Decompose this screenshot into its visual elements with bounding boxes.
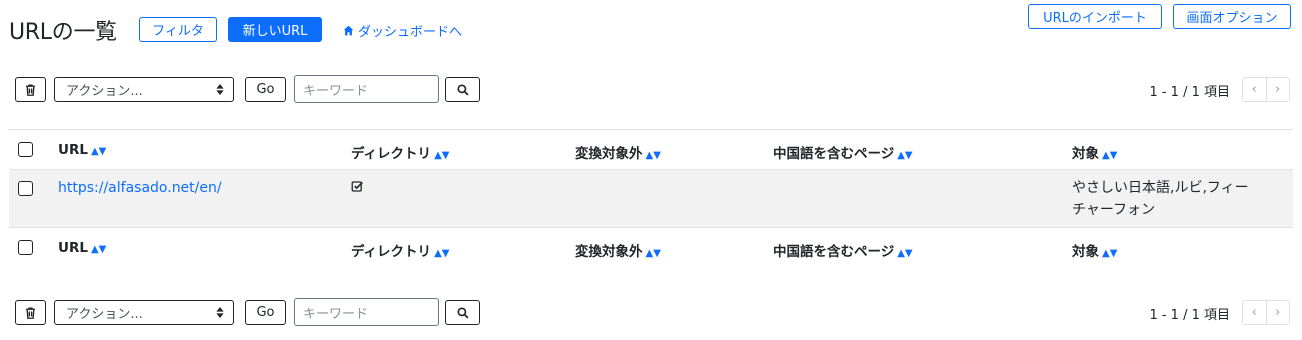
target-cell: やさしい日本語,ルビ,フィー チャーフォン	[1072, 180, 1249, 218]
column-header-directory[interactable]: ディレクトリ ▲▼	[351, 228, 575, 268]
action-select-value: アクション...	[66, 84, 143, 99]
url-table: URL ▲▼ ディレクトリ ▲▼ 変換対象外 ▲▼ 中国語を含むページ ▲▼ 対象 ▲▼ …	[9, 129, 1293, 268]
screen-options-button[interactable]: 画面オプション	[1173, 4, 1291, 29]
toolbar-top: アクション... Go キーワード 1 - 1 / 1 項目 ‹ ›	[15, 75, 1290, 103]
table-row: https://alfasado.net/en/ やさしい日本語,ルビ,フィー …	[9, 169, 1293, 228]
pager-text: 1 - 1 / 1 項目	[1149, 85, 1230, 100]
home-icon	[343, 25, 354, 36]
sort-icon[interactable]: ▲▼	[897, 248, 912, 259]
sort-icon[interactable]: ▲▼	[1102, 248, 1117, 259]
toolbar-bottom: アクション... Go キーワード 1 - 1 / 1 項目 ‹ ›	[15, 298, 1290, 326]
action-select-value: アクション...	[66, 307, 143, 322]
go-button[interactable]: Go	[245, 300, 286, 325]
column-header-url[interactable]: URL ▲▼	[58, 130, 351, 170]
action-select[interactable]: アクション...	[54, 77, 234, 102]
column-header-url[interactable]: URL ▲▼	[58, 228, 351, 268]
column-header-excluded[interactable]: 変換対象外 ▲▼	[575, 228, 773, 268]
column-header-excluded[interactable]: 変換対象外 ▲▼	[575, 130, 773, 170]
filter-button[interactable]: フィルタ	[139, 17, 217, 42]
next-page-button[interactable]: ›	[1265, 78, 1290, 101]
sort-icon[interactable]: ▲▼	[434, 150, 449, 161]
trash-icon	[26, 83, 35, 96]
table-footer-header: URL ▲▼ ディレクトリ ▲▼ 変換対象外 ▲▼ 中国語を含むページ ▲▼ 対象 ▲▼	[9, 227, 1293, 268]
sort-icon[interactable]: ▲▼	[91, 244, 106, 255]
select-all-checkbox[interactable]	[18, 240, 33, 255]
search-button[interactable]	[445, 77, 480, 102]
sort-icon[interactable]: ▲▼	[1102, 150, 1117, 161]
pager-text: 1 - 1 / 1 項目	[1149, 308, 1230, 323]
sort-icon[interactable]: ▲▼	[646, 150, 661, 161]
dashboard-link[interactable]: ダッシュボードへ	[343, 21, 462, 40]
prev-page-button[interactable]: ‹	[1243, 78, 1266, 101]
url-import-button[interactable]: URLのインポート	[1028, 4, 1162, 29]
column-header-chinese-page[interactable]: 中国語を含むページ ▲▼	[773, 228, 1072, 268]
table-header: URL ▲▼ ディレクトリ ▲▼ 変換対象外 ▲▼ 中国語を含むページ ▲▼ 対象 ▲▼	[9, 129, 1293, 170]
delete-button[interactable]	[15, 77, 46, 102]
select-arrows-icon	[216, 307, 224, 318]
search-icon	[456, 83, 469, 96]
search-button[interactable]	[445, 300, 480, 325]
url-link[interactable]: https://alfasado.net/en/	[58, 180, 222, 196]
keyword-input[interactable]: キーワード	[294, 298, 439, 326]
new-url-button[interactable]: 新しいURL	[228, 17, 322, 42]
pager: ‹ ›	[1242, 300, 1290, 325]
page-title: URLの一覧	[9, 20, 117, 45]
row-checkbox[interactable]	[18, 181, 33, 196]
excluded-cell	[575, 170, 773, 228]
sort-icon[interactable]: ▲▼	[897, 150, 912, 161]
column-header-chinese-page[interactable]: 中国語を含むページ ▲▼	[773, 130, 1072, 170]
select-arrows-icon	[216, 84, 224, 95]
sort-icon[interactable]: ▲▼	[91, 146, 106, 157]
dashboard-link-label: ダッシュボードへ	[358, 25, 463, 40]
column-header-target[interactable]: 対象 ▲▼	[1072, 228, 1293, 268]
chinese-page-cell	[773, 170, 1072, 228]
search-icon	[456, 306, 469, 319]
checked-box-icon	[351, 181, 363, 192]
column-header-target[interactable]: 対象 ▲▼	[1072, 130, 1293, 170]
pager: ‹ ›	[1242, 77, 1290, 102]
select-all-checkbox[interactable]	[18, 142, 33, 157]
action-select[interactable]: アクション...	[54, 300, 234, 325]
prev-page-button[interactable]: ‹	[1243, 301, 1266, 324]
sort-icon[interactable]: ▲▼	[646, 248, 661, 259]
delete-button[interactable]	[15, 300, 46, 325]
column-header-directory[interactable]: ディレクトリ ▲▼	[351, 130, 575, 170]
keyword-input[interactable]: キーワード	[294, 75, 439, 103]
sort-icon[interactable]: ▲▼	[434, 248, 449, 259]
next-page-button[interactable]: ›	[1265, 301, 1290, 324]
trash-icon	[26, 306, 35, 319]
go-button[interactable]: Go	[245, 77, 286, 102]
